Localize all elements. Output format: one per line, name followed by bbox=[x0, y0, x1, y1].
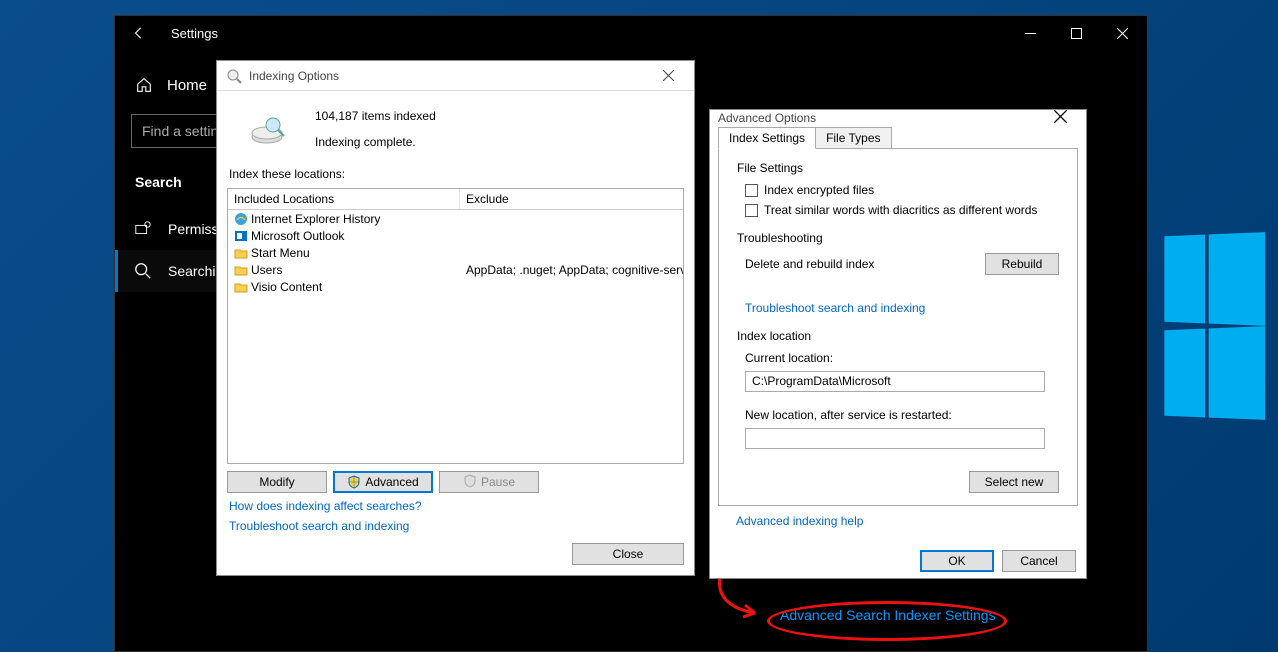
current-location-field: C:\ProgramData\Microsoft bbox=[745, 371, 1045, 392]
ok-button[interactable]: OK bbox=[920, 550, 994, 572]
adv-troubleshoot-link[interactable]: Troubleshoot search and indexing bbox=[737, 301, 1059, 315]
index-locations-label: Index these locations: bbox=[217, 161, 694, 185]
list-item[interactable]: Users AppData; .nuget; AppData; cognitive… bbox=[228, 261, 683, 278]
advanced-title: Advanced Options bbox=[718, 111, 1040, 125]
close-button[interactable] bbox=[1099, 17, 1145, 49]
close-button[interactable]: Close bbox=[572, 543, 684, 565]
index-settings-panel: File Settings Index encrypted files Trea… bbox=[718, 148, 1078, 506]
list-item[interactable]: Internet Explorer History bbox=[228, 210, 683, 227]
indexing-title: Indexing Options bbox=[249, 69, 648, 83]
home-icon bbox=[135, 76, 153, 94]
location-name: Internet Explorer History bbox=[251, 212, 380, 226]
cancel-button[interactable]: Cancel bbox=[1002, 550, 1076, 572]
shield-icon bbox=[347, 475, 361, 489]
settings-titlebar: Settings bbox=[115, 16, 1147, 50]
maximize-button[interactable] bbox=[1053, 17, 1099, 49]
indexing-close-button[interactable] bbox=[648, 68, 688, 84]
indexing-options-dialog: Indexing Options 104,187 items indexed I… bbox=[216, 60, 695, 576]
modify-button[interactable]: Modify bbox=[227, 471, 327, 493]
location-exclude bbox=[460, 278, 683, 295]
location-name: Start Menu bbox=[251, 246, 310, 260]
location-icon bbox=[234, 212, 248, 226]
indexing-status-label: Indexing complete. bbox=[315, 135, 436, 149]
tab-file-types[interactable]: File Types bbox=[816, 127, 891, 149]
location-exclude bbox=[460, 210, 683, 227]
advanced-button[interactable]: Advanced bbox=[333, 471, 433, 493]
tab-index-settings[interactable]: Index Settings bbox=[718, 127, 816, 149]
advanced-help-link[interactable]: Advanced indexing help bbox=[736, 514, 863, 528]
included-locations-list[interactable]: Included Locations Exclude Internet Expl… bbox=[227, 188, 684, 464]
permissions-icon bbox=[134, 220, 152, 238]
checkbox-icon bbox=[745, 204, 758, 217]
list-item[interactable]: Start Menu bbox=[228, 244, 683, 261]
checkbox-icon bbox=[745, 184, 758, 197]
list-item[interactable]: Microsoft Outlook bbox=[228, 227, 683, 244]
drive-magnifier-icon bbox=[247, 109, 287, 149]
back-button[interactable] bbox=[127, 21, 151, 45]
diacritics-checkbox[interactable]: Treat similar words with diacritics as d… bbox=[737, 203, 1059, 217]
location-exclude bbox=[460, 227, 683, 244]
magnifier-icon bbox=[134, 262, 152, 280]
select-new-button[interactable]: Select new bbox=[969, 471, 1059, 493]
advanced-close-button[interactable] bbox=[1040, 110, 1080, 126]
location-name: Visio Content bbox=[251, 280, 322, 294]
col-included-header[interactable]: Included Locations bbox=[228, 189, 460, 209]
location-icon bbox=[234, 229, 248, 243]
location-exclude bbox=[460, 244, 683, 261]
indexing-titlebar: Indexing Options bbox=[217, 61, 694, 91]
location-icon bbox=[234, 246, 248, 260]
home-label: Home bbox=[167, 77, 207, 94]
list-item[interactable]: Visio Content bbox=[228, 278, 683, 295]
advanced-options-dialog: Advanced Options Index Settings File Typ… bbox=[709, 109, 1087, 579]
location-exclude: AppData; .nuget; AppData; cognitive-serv… bbox=[460, 261, 683, 278]
pause-button: Pause bbox=[439, 471, 539, 493]
file-settings-title: File Settings bbox=[737, 161, 1059, 175]
settings-title: Settings bbox=[171, 26, 1007, 41]
location-name: Microsoft Outlook bbox=[251, 229, 344, 243]
troubleshoot-link[interactable]: Troubleshoot search and indexing bbox=[229, 519, 682, 533]
current-location-label: Current location: bbox=[737, 351, 1059, 365]
index-encrypted-checkbox[interactable]: Index encrypted files bbox=[737, 183, 1059, 197]
location-name: Users bbox=[251, 263, 282, 277]
advanced-indexer-link[interactable]: Advanced Search Indexer Settings bbox=[780, 607, 996, 623]
new-location-field[interactable] bbox=[745, 428, 1045, 449]
index-location-title: Index location bbox=[737, 329, 1059, 343]
new-location-label: New location, after service is restarted… bbox=[737, 408, 1059, 422]
advanced-titlebar: Advanced Options bbox=[710, 110, 1086, 126]
shield-icon bbox=[463, 474, 477, 491]
minimize-button[interactable] bbox=[1007, 17, 1053, 49]
rebuild-label: Delete and rebuild index bbox=[745, 257, 874, 271]
how-indexing-link[interactable]: How does indexing affect searches? bbox=[229, 499, 682, 513]
items-indexed-label: 104,187 items indexed bbox=[315, 109, 436, 123]
search-placeholder: Find a setting bbox=[142, 123, 226, 139]
location-icon bbox=[234, 263, 248, 277]
col-exclude-header[interactable]: Exclude bbox=[460, 189, 683, 209]
desktop-windows-logo bbox=[1158, 0, 1278, 652]
troubleshooting-title: Troubleshooting bbox=[737, 231, 1059, 245]
rebuild-button[interactable]: Rebuild bbox=[985, 253, 1059, 275]
location-icon bbox=[234, 280, 248, 294]
indexing-icon bbox=[225, 67, 243, 85]
